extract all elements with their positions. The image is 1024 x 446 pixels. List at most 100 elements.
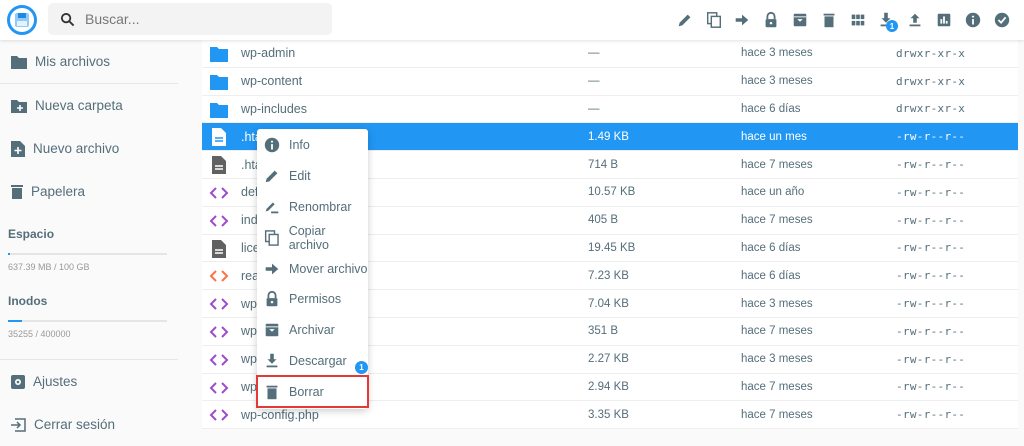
file-size: 351 B (588, 325, 619, 338)
document-icon (212, 156, 226, 175)
file-size: 1.49 KB (588, 130, 629, 143)
file-modified: hace 7 meses (741, 408, 813, 421)
menu-item-label: Borrar (289, 384, 324, 399)
file-size: — (588, 47, 600, 60)
menu-item-label: Descargar (289, 353, 347, 368)
file-name: wp (241, 324, 257, 339)
menu-item-descargar[interactable]: Descargar (257, 346, 368, 377)
folder-icon (210, 47, 228, 62)
file-modified: hace 7 meses (741, 380, 813, 393)
archive-icon (265, 323, 279, 337)
menu-item-permisos[interactable]: Permisos (257, 284, 368, 315)
pencil-button[interactable] (670, 8, 699, 32)
file-permissions: -rw-r--r-- (896, 352, 966, 366)
download-button[interactable]: 1 (872, 8, 901, 32)
file-size: 7.23 KB (588, 269, 629, 282)
trash-button[interactable] (814, 8, 843, 32)
file-size: 19.45 KB (588, 241, 636, 254)
upload-button[interactable] (901, 8, 930, 32)
file-size: 10.57 KB (588, 186, 636, 199)
file-size: 714 B (588, 158, 619, 171)
file-name: wp-config.php (241, 407, 319, 422)
menu-item-copiar-archivo[interactable]: Copiar archivo (257, 222, 368, 253)
file-size: 405 B (588, 214, 619, 227)
lock-button[interactable] (757, 8, 786, 32)
sidebar-item-logout[interactable]: Cerrar sesión (0, 403, 200, 446)
file-permissions: -rw-r--r-- (896, 241, 966, 255)
upload-icon (909, 13, 921, 27)
sidebar-item-new-file[interactable]: Nuevo archivo (0, 127, 200, 170)
menu-item-borrar[interactable]: Borrar (256, 375, 369, 409)
chart-button[interactable] (930, 8, 959, 32)
sidebar-item-label: Cerrar sesión (34, 417, 116, 432)
file-name: wp (241, 296, 257, 311)
trash-icon (266, 385, 278, 399)
chart-icon (937, 13, 951, 27)
menu-item-mover-archivo[interactable]: Mover archivo (257, 253, 368, 284)
info-button[interactable] (958, 8, 987, 32)
inodes-progress-bar (8, 320, 167, 322)
sidebar-item-new-folder[interactable]: Nueva carpeta (0, 84, 200, 127)
lock-icon (266, 291, 278, 307)
download-icon (266, 353, 278, 368)
folder-icon (11, 55, 27, 69)
sidebar-item-label: Mis archivos (35, 54, 111, 69)
copy-button[interactable] (699, 8, 728, 32)
code-icon (209, 409, 229, 422)
check-circle-button[interactable] (987, 8, 1016, 32)
search-bar[interactable] (48, 3, 332, 35)
file-modified: hace 6 días (741, 269, 801, 282)
menu-item-renombrar[interactable]: Renombrar (257, 192, 368, 223)
file-permissions: drwxr-xr-x (896, 102, 966, 116)
space-title: Espacio (8, 227, 55, 241)
sidebar-item-label: Nuevo archivo (33, 141, 120, 156)
file-name: def (241, 185, 259, 200)
file-name: wp-includes (241, 101, 308, 116)
file-name: wp-admin (241, 46, 296, 61)
file-modified: hace 6 días (741, 102, 801, 115)
file-modified: hace 7 meses (741, 158, 813, 171)
trash-icon (823, 13, 835, 28)
info-icon (264, 138, 280, 153)
menu-item-archivar[interactable]: Archivar (257, 315, 368, 346)
menu-item-edit[interactable]: Edit (257, 161, 368, 192)
file-size: 7.04 KB (588, 297, 629, 310)
file-row[interactable]: wp-includes — hace 6 días drwxr-xr-x (202, 95, 1018, 124)
grid-button[interactable] (843, 8, 872, 32)
file-permissions: -rw-r--r-- (896, 297, 966, 311)
code-icon (209, 298, 229, 310)
file-modified: hace 3 meses (741, 353, 813, 366)
arrow-right-icon (265, 263, 279, 274)
sidebar-item-my-files[interactable]: Mis archivos (0, 40, 200, 83)
file-permissions: -rw-r--r-- (896, 408, 966, 422)
file-row[interactable]: wp-admin — hace 3 meses drwxr-xr-x (202, 40, 1018, 68)
file-permissions: -rw-r--r-- (896, 213, 966, 227)
space-value: 637.39 MB / 100 GB (8, 262, 90, 272)
search-input[interactable] (85, 11, 305, 27)
menu-item-label: Edit (289, 169, 311, 184)
file-row[interactable]: wp-content — hace 3 meses drwxr-xr-x (202, 67, 1018, 96)
check-circle-icon (994, 12, 1009, 28)
arrow-right-button[interactable] (728, 8, 757, 32)
app-logo[interactable] (7, 5, 37, 35)
pencil-icon (265, 170, 278, 183)
file-permissions: -rw-r--r-- (896, 269, 966, 283)
code-icon (209, 354, 229, 366)
sidebar-item-trash[interactable]: Papelera (0, 170, 200, 213)
floppy-disk-icon (15, 13, 29, 27)
menu-item-label: Archivar (289, 323, 335, 338)
file-modified: hace 7 meses (741, 325, 813, 338)
file-name: ind (241, 213, 258, 228)
info-icon (965, 12, 980, 28)
space-progress-bar (8, 253, 167, 255)
sidebar-item-settings[interactable]: Ajustes (0, 360, 200, 403)
file-size: 3.35 KB (588, 408, 629, 421)
file-name: wp-content (241, 74, 303, 89)
archive-button[interactable] (786, 8, 815, 32)
file-permissions: -rw-r--r-- (896, 324, 966, 338)
file-modified: hace un año (741, 186, 805, 199)
sidebar-item-label: Papelera (31, 184, 86, 199)
menu-item-info[interactable]: Info (257, 130, 368, 161)
lock-icon (765, 11, 777, 28)
new-folder-icon (11, 99, 27, 113)
